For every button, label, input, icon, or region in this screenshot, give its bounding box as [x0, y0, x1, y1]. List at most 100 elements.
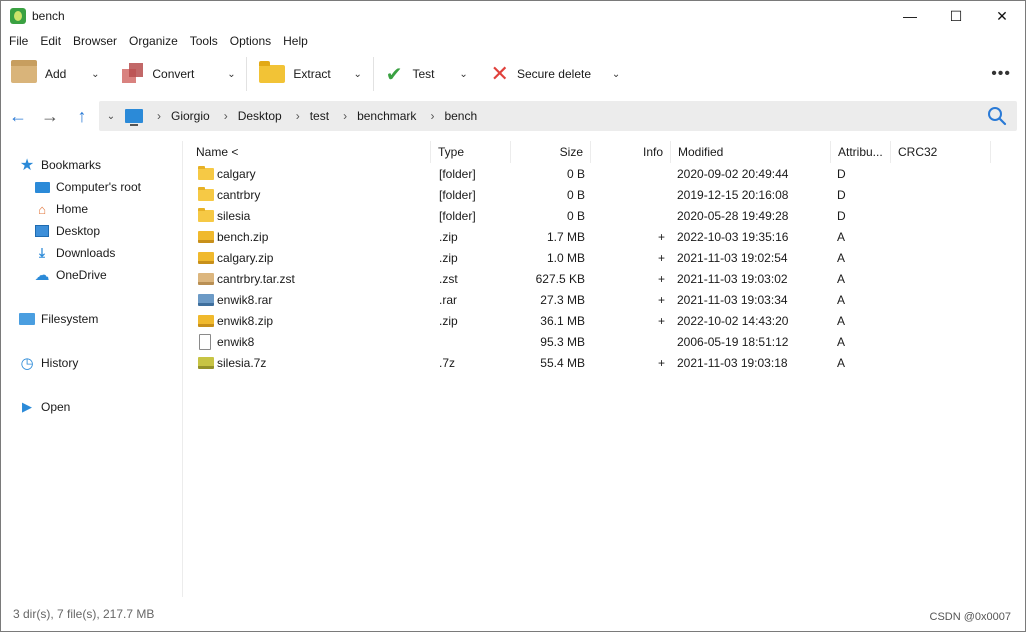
- address-bar[interactable]: ⌄ › Giorgio › Desktop › test › benchmark…: [99, 101, 1017, 131]
- sidebar-item-home[interactable]: ⌂ Home: [34, 202, 89, 217]
- sidebar-bookmarks[interactable]: ★ Bookmarks: [19, 157, 102, 174]
- close-button[interactable]: ✕: [979, 1, 1025, 31]
- file-type: .zip: [439, 230, 458, 244]
- cloud-icon: ☁: [34, 267, 50, 284]
- column-header-size[interactable]: Size: [511, 141, 591, 163]
- convert-button[interactable]: Convert: [106, 56, 194, 92]
- table-row[interactable]: silesia [folder] 0 B 2020-05-28 19:49:28 D: [189, 206, 991, 227]
- table-row[interactable]: calgary [folder] 0 B 2020-09-02 20:49:44 D: [189, 164, 991, 185]
- file-info: +: [657, 230, 665, 244]
- status-bar-text: 3 dir(s), 7 file(s), 217.7 MB: [13, 607, 155, 621]
- sidebar-item-desktop[interactable]: Desktop: [34, 224, 100, 238]
- sidebar-item-label: Home: [56, 202, 89, 216]
- column-header-attributes[interactable]: Attribu...: [831, 141, 891, 163]
- breadcrumb-desktop[interactable]: Desktop: [238, 109, 282, 123]
- sidebar-item-label: Desktop: [56, 224, 101, 238]
- convert-label: Convert: [152, 67, 195, 81]
- chevron-right-icon: ›: [223, 109, 228, 123]
- file-info: +: [657, 293, 665, 307]
- table-row[interactable]: enwik8.zip .zip 36.1 MB +2022-10-02 14:43:2…: [189, 311, 991, 332]
- sidebar-filesystem[interactable]: Filesystem: [19, 312, 98, 326]
- file-size: 1.7 MB: [546, 230, 585, 244]
- title-bar: bench — ☐ ✕: [1, 1, 1025, 31]
- convert-chevron-down-icon[interactable]: ⌄: [220, 69, 242, 80]
- sidebar-bookmarks-label: Bookmarks: [41, 158, 102, 172]
- file-info: +: [657, 272, 665, 286]
- column-header-crc32[interactable]: CRC32: [891, 141, 991, 163]
- app-logo-icon: [10, 8, 26, 24]
- minimize-button[interactable]: —: [887, 1, 933, 31]
- folder-icon: [198, 187, 214, 201]
- test-button[interactable]: ✔ Test: [378, 56, 435, 92]
- menu-tools[interactable]: Tools: [184, 34, 224, 48]
- file-size: 1.0 MB: [546, 251, 585, 265]
- column-header-info[interactable]: Info: [591, 141, 671, 163]
- file-attributes: A: [837, 293, 846, 307]
- file-name: cantrbry.tar.zst: [217, 272, 295, 286]
- column-header-name[interactable]: Name <: [189, 141, 431, 163]
- breadcrumb-test[interactable]: test: [310, 109, 329, 123]
- test-chevron-down-icon[interactable]: ⌄: [453, 69, 475, 80]
- extract-button[interactable]: Extract: [251, 56, 331, 92]
- toolbar-divider: [372, 57, 374, 91]
- sidebar: ★ Bookmarks Computer's root ⌂ Home Deskt…: [1, 141, 183, 597]
- extract-chevron-down-icon[interactable]: ⌄: [347, 69, 369, 80]
- column-header-type[interactable]: Type: [431, 141, 511, 163]
- file-modified: 2020-09-02 20:49:44: [677, 167, 789, 181]
- table-row[interactable]: cantrbry [folder] 0 B 2019-12-15 20:16:08 D: [189, 185, 991, 206]
- back-arrow-icon[interactable]: ←: [2, 106, 34, 127]
- computer-icon[interactable]: [125, 109, 143, 126]
- table-row[interactable]: calgary.zip .zip 1.0 MB +2021-11-03 19:02:5…: [189, 248, 991, 269]
- sidebar-item-onedrive[interactable]: ☁ OneDrive: [34, 267, 107, 284]
- up-arrow-icon[interactable]: ↑: [66, 106, 98, 127]
- more-options-icon[interactable]: •••: [991, 65, 1011, 83]
- file-size: 0 B: [566, 167, 585, 181]
- maximize-button[interactable]: ☐: [933, 1, 979, 31]
- table-row[interactable]: enwik8.rar .rar 27.3 MB +2021-11-03 19:03:3…: [189, 290, 991, 311]
- add-label: Add: [45, 67, 67, 81]
- table-row[interactable]: silesia.7z .7z 55.4 MB +2021-11-03 19:03:18…: [189, 353, 991, 374]
- menu-help[interactable]: Help: [277, 34, 314, 48]
- 7z-archive-icon: [198, 357, 214, 369]
- add-button[interactable]: Add: [1, 56, 66, 92]
- menu-file[interactable]: File: [3, 34, 34, 48]
- breadcrumb-benchmark[interactable]: benchmark: [357, 109, 416, 123]
- table-row[interactable]: enwik8 95.3 MB 2006-05-19 18:51:12 A: [189, 332, 991, 353]
- menu-browser[interactable]: Browser: [67, 34, 123, 48]
- extract-folder-icon: [259, 61, 286, 83]
- file-size: 0 B: [566, 209, 585, 223]
- menu-organize[interactable]: Organize: [123, 34, 184, 48]
- file-info: +: [657, 251, 665, 265]
- table-row[interactable]: cantrbry.tar.zst .zst 627.5 KB +2021-11-03 …: [189, 269, 991, 290]
- file-info: +: [657, 314, 665, 328]
- search-icon[interactable]: [987, 106, 1007, 126]
- sidebar-history[interactable]: ◷ History: [19, 355, 78, 372]
- forward-arrow-icon[interactable]: →: [34, 106, 66, 127]
- history-dropdown-icon[interactable]: ⌄: [99, 111, 123, 122]
- file-modified: 2021-11-03 19:03:18: [677, 356, 788, 370]
- menu-edit[interactable]: Edit: [34, 34, 67, 48]
- secure-delete-button[interactable]: ✕ Secure delete: [475, 56, 592, 92]
- file-list: Name < Type Size Info Modified Attribu..…: [189, 141, 1019, 597]
- add-chevron-down-icon[interactable]: ⌄: [84, 69, 106, 80]
- desktop-icon: [34, 224, 50, 238]
- file-size: 36.1 MB: [540, 314, 585, 328]
- sidebar-item-downloads[interactable]: ⤓ Downloads: [34, 245, 115, 260]
- sidebar-open[interactable]: ▶ Open: [19, 399, 71, 414]
- sidebar-item-computers-root[interactable]: Computer's root: [34, 180, 141, 194]
- file-name: enwik8: [217, 335, 255, 349]
- file-size: 27.3 MB: [540, 293, 585, 307]
- secure-delete-chevron-down-icon[interactable]: ⌄: [605, 69, 627, 80]
- breadcrumb-bench[interactable]: bench: [444, 109, 477, 123]
- table-row[interactable]: bench.zip .zip 1.7 MB +2022-10-03 19:35:16 A: [189, 227, 991, 248]
- sidebar-open-label: Open: [41, 400, 71, 414]
- folder-icon: [19, 312, 35, 326]
- breadcrumb-giorgio[interactable]: Giorgio: [171, 109, 210, 123]
- file-info: [591, 185, 665, 206]
- menu-options[interactable]: Options: [224, 34, 277, 48]
- file-attributes: D: [837, 188, 846, 202]
- star-icon: ★: [19, 157, 35, 174]
- add-archive-icon: [11, 60, 37, 83]
- column-header-modified[interactable]: Modified: [671, 141, 831, 163]
- file-name: enwik8.zip: [217, 314, 274, 328]
